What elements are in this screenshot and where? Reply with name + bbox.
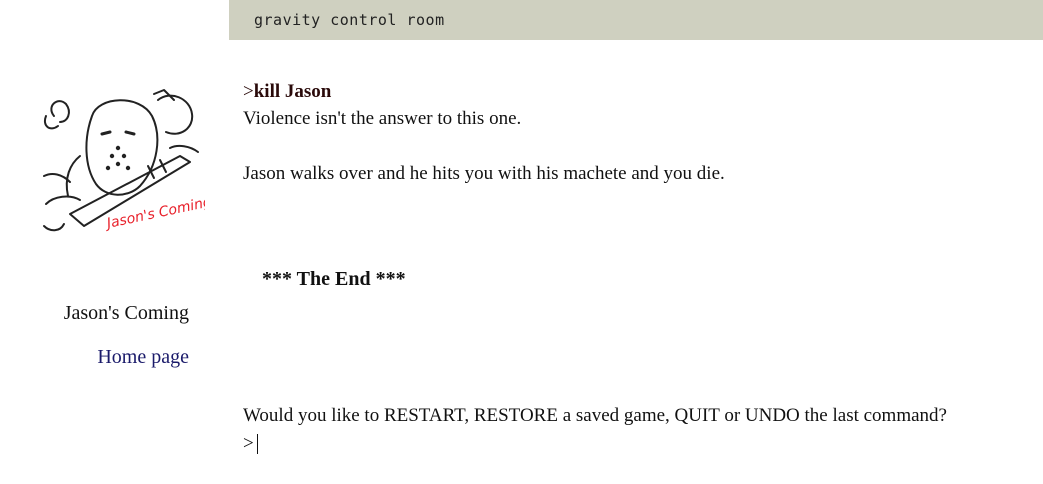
text-cursor — [256, 434, 258, 454]
response-text-1: Violence isn't the answer to this one. — [243, 108, 522, 129]
command-input[interactable] — [263, 433, 863, 457]
the-end-text: *** The End *** — [262, 268, 406, 290]
status-location: gravity control room — [254, 11, 445, 29]
command-echo: >kill Jason — [243, 78, 1033, 105]
final-question-text: Would you like to RESTART, RESTORE a sav… — [243, 405, 947, 426]
cover-art-text: Jason's Coming — [103, 194, 205, 232]
sidebar: Jason's Coming Jason's Coming Home page — [0, 40, 229, 484]
command-text: kill Jason — [253, 81, 332, 102]
status-bar: gravity control room — [229, 0, 1043, 40]
home-page-link[interactable]: Home page — [97, 346, 189, 369]
command-prompt-symbol: > — [243, 81, 254, 102]
cover-art-icon: Jason's Coming — [43, 89, 205, 233]
response-text-2: Jason walks over and he hits you with hi… — [243, 163, 725, 184]
transcript: >kill Jason Violence isn't the answer to… — [243, 78, 1033, 187]
input-prompt-symbol: > — [243, 433, 254, 454]
game-title: Jason's Coming — [63, 302, 189, 324]
command-input-line[interactable]: > — [243, 433, 863, 457]
